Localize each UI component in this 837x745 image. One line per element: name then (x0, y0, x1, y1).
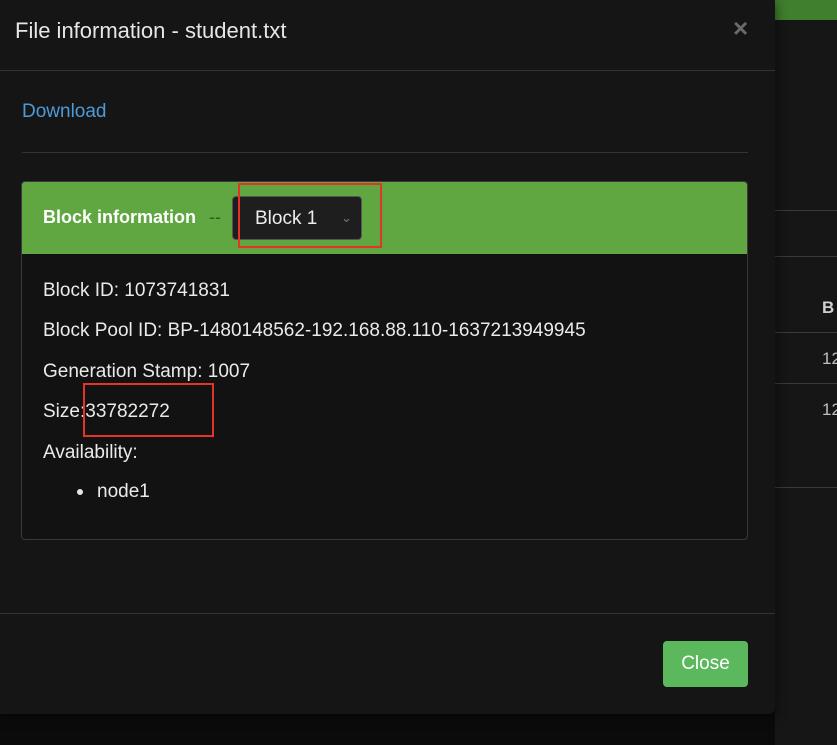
close-button[interactable]: Close (663, 641, 748, 687)
background-column-header: B (822, 298, 835, 317)
divider (22, 152, 748, 153)
size-row: Size:33782272 (43, 401, 170, 423)
generation-stamp-text: Generation Stamp: 1007 (43, 361, 251, 382)
size-label: Size: (43, 401, 86, 422)
background-cell: 12 (822, 400, 837, 419)
availability-label: Availability: (43, 442, 138, 463)
background-divider (775, 332, 837, 333)
block-select-dropdown[interactable]: Block 1 ⌄ (232, 196, 362, 240)
block-select-value: Block 1 (255, 208, 318, 229)
chevron-down-icon: ⌄ (341, 210, 352, 225)
list-bullet (77, 489, 83, 495)
file-information-modal: File information - student.txt × Downloa… (0, 0, 775, 714)
availability-node-item: node1 (97, 481, 150, 502)
close-icon[interactable]: × (733, 14, 748, 42)
background-divider (775, 210, 837, 211)
size-value: 33782272 (85, 401, 170, 422)
block-id-text: Block ID: 1073741831 (43, 280, 230, 301)
download-link[interactable]: Download (22, 101, 107, 123)
block-pool-id-text: Block Pool ID: BP-1480148562-192.168.88.… (43, 320, 586, 341)
background-cell: 12 (822, 349, 837, 368)
modal-header: File information - student.txt × (0, 0, 775, 71)
background-divider (775, 487, 837, 488)
panel-heading: Block information -- Block 1 ⌄ (22, 182, 747, 254)
background-divider (775, 383, 837, 384)
heading-separator: -- (209, 207, 221, 227)
modal-title: File information - student.txt (15, 18, 287, 43)
block-info-heading: Block information (43, 207, 197, 227)
background-divider (775, 256, 837, 257)
footer-divider (0, 613, 775, 614)
block-info-panel: Block information -- Block 1 ⌄ Block ID:… (21, 181, 748, 540)
